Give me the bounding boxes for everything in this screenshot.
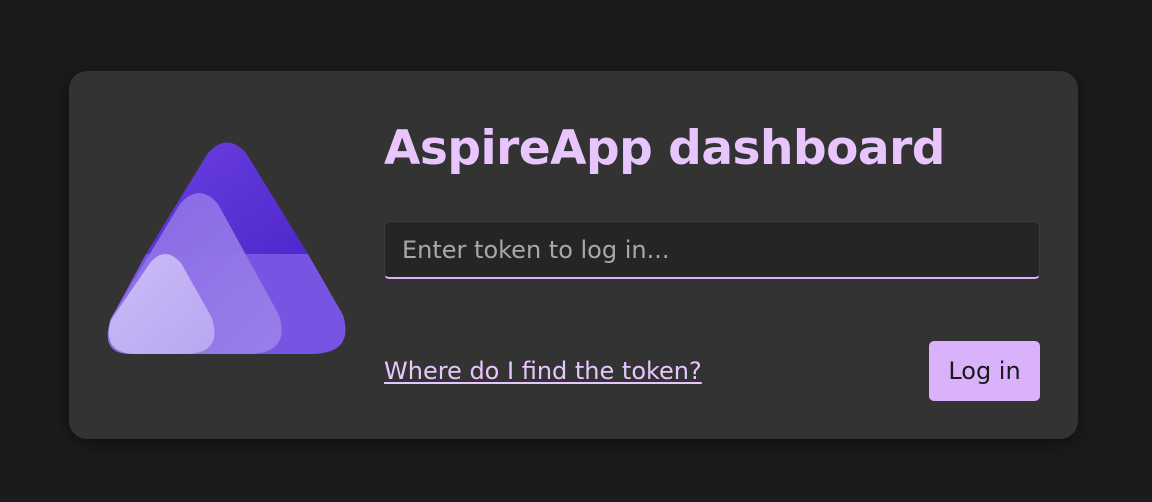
- login-button[interactable]: Log in: [929, 341, 1040, 401]
- aspire-logo-icon: [107, 140, 347, 355]
- page-title: AspireApp dashboard: [384, 121, 945, 176]
- find-token-link[interactable]: Where do I find the token?: [384, 357, 702, 385]
- token-input[interactable]: [384, 221, 1040, 279]
- login-card: AspireApp dashboard Where do I find the …: [69, 71, 1078, 439]
